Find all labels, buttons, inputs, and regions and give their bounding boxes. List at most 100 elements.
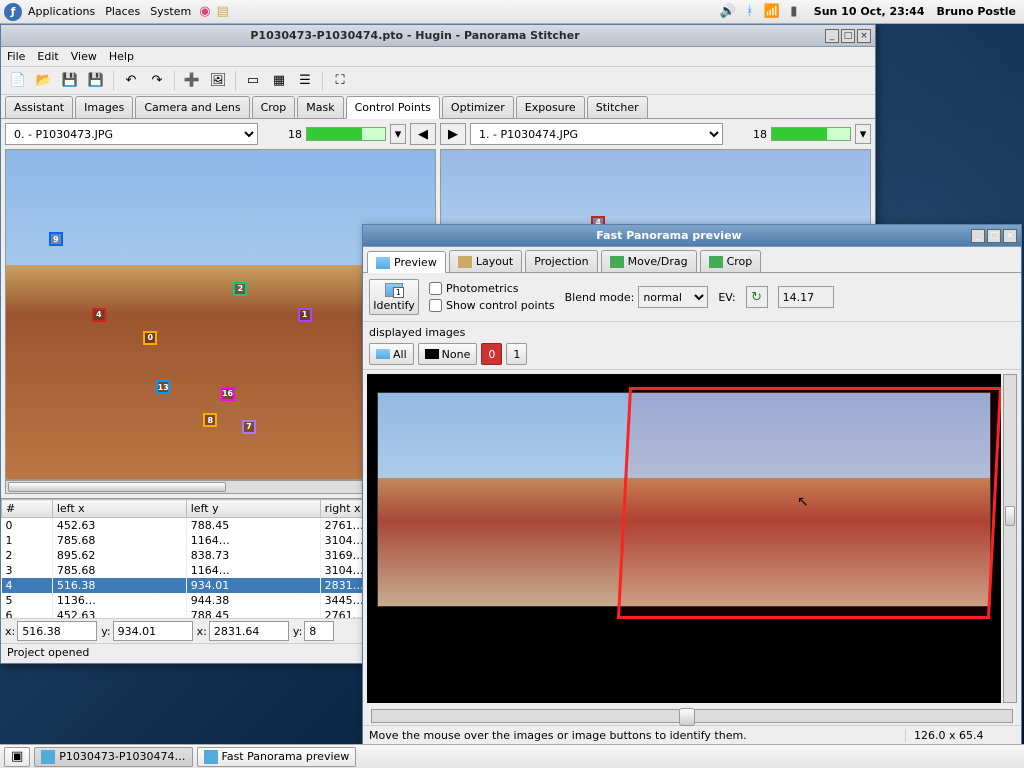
left-quality-bar [306,127,386,141]
preview-canvas[interactable]: ↖ [367,374,1001,703]
close-button[interactable]: × [857,29,871,43]
show-desktop-button[interactable]: ▣ [4,747,30,767]
show-none-button[interactable]: None [418,343,478,365]
tab-stitcher[interactable]: Stitcher [587,96,648,118]
distro-menu-icon[interactable]: ƒ [4,3,22,21]
network-icon[interactable]: 📶 [764,4,780,20]
col-num[interactable]: # [2,500,53,518]
coord-y-input[interactable] [113,621,193,641]
notes-icon[interactable]: ▤ [217,5,229,18]
ev-spinner[interactable]: 14.17 [778,286,834,308]
col-leftx[interactable]: left x [52,500,186,518]
cp-marker[interactable]: 16 [221,387,235,401]
cp-marker[interactable]: 1 [298,308,312,322]
volume-icon[interactable]: 🔊 [720,4,736,20]
hugin-titlebar[interactable]: P1030473-P1030474.pto - Hugin - Panorama… [1,25,875,47]
left-cp-count: 18 [262,128,302,141]
tab-images[interactable]: Images [75,96,133,118]
tab-optimizer[interactable]: Optimizer [442,96,514,118]
fullscreen-icon[interactable]: ⛶ [329,70,351,92]
menu-help[interactable]: Help [109,50,134,63]
right-dropdown-icon[interactable]: ▾ [855,124,871,144]
close-button[interactable]: × [1003,229,1017,243]
prev-pair-button[interactable]: ◀ [410,123,436,145]
show-cp-checkbox[interactable]: Show control points [429,299,555,312]
preview-window: Fast Panorama preview _ □ × Preview Layo… [362,224,1022,746]
maximize-button[interactable]: □ [987,229,1001,243]
menu-view[interactable]: View [71,50,97,63]
coord-y2-input[interactable] [304,621,334,641]
photometrics-checkbox[interactable]: Photometrics [429,282,555,295]
battery-icon[interactable]: ▮ [786,4,802,20]
tab-preview[interactable]: Preview [367,251,446,273]
undo-icon[interactable]: ↶ [120,70,142,92]
tab-move-drag[interactable]: Move/Drag [601,250,697,272]
blend-label: Blend mode: [565,291,635,304]
minimize-button[interactable]: _ [971,229,985,243]
open-icon[interactable]: 📂 [33,70,55,92]
cp-marker[interactable]: 13 [156,380,170,394]
menu-applications[interactable]: Applications [28,5,95,18]
next-pair-button[interactable]: ▶ [440,123,466,145]
image-1-toggle[interactable]: 1 [506,343,527,365]
menu-file[interactable]: File [7,50,25,63]
tab-crop[interactable]: Crop [252,96,296,118]
tab-mask[interactable]: Mask [297,96,343,118]
right-image-select[interactable]: 1. - P1030474.JPG [470,123,723,145]
gl-preview-icon[interactable]: ▦ [268,70,290,92]
task-preview[interactable]: Fast Panorama preview [197,747,357,767]
tab-projection[interactable]: Projection [525,250,597,272]
hugin-task-icon [41,750,55,764]
menu-edit[interactable]: Edit [37,50,58,63]
image-0-toggle[interactable]: 0 [481,343,502,365]
cp-marker[interactable]: 4 [92,308,106,322]
add-image-icon[interactable]: ➕ [181,70,203,92]
bluetooth-icon[interactable]: ᚼ [742,4,758,20]
identify-button[interactable]: Identify [369,279,419,315]
preview-titlebar[interactable]: Fast Panorama preview _ □ × [363,225,1021,247]
tab-camera-lens[interactable]: Camera and Lens [135,96,249,118]
hugin-tabs: Assistant Images Camera and Lens Crop Ma… [1,95,875,119]
gnome-top-panel: ƒ Applications Places System ◉ ▤ 🔊 ᚼ 📶 ▮… [0,0,1024,24]
tab-crop[interactable]: Crop [700,250,762,272]
preview-hslider[interactable] [371,709,1013,723]
left-dropdown-icon[interactable]: ▾ [390,124,406,144]
save-icon[interactable]: 💾 [59,70,81,92]
tab-layout[interactable]: Layout [449,250,522,272]
cp-marker[interactable]: 2 [233,282,247,296]
clock[interactable]: Sun 10 Oct, 23:44 [814,5,925,18]
col-lefty[interactable]: left y [186,500,320,518]
cp-marker[interactable]: 9 [49,232,63,246]
preview-icon[interactable]: ▭ [242,70,264,92]
user-menu[interactable]: Bruno Postle [936,5,1016,18]
task-hugin[interactable]: P1030473-P1030474… [34,747,192,767]
menu-system[interactable]: System [150,5,191,18]
tab-assistant[interactable]: Assistant [5,96,73,118]
coord-x2-input[interactable] [209,621,289,641]
cp-marker[interactable]: 7 [242,420,256,434]
firefox-icon[interactable]: ◉ [199,5,210,18]
list-icon[interactable]: ☰ [294,70,316,92]
none-icon [425,349,439,359]
save-as-icon[interactable]: 💾 [85,70,107,92]
maximize-button[interactable]: □ [841,29,855,43]
cp-marker[interactable]: 8 [203,413,217,427]
menu-places[interactable]: Places [105,5,140,18]
redo-icon[interactable]: ↷ [146,70,168,92]
cp-marker[interactable]: 0 [143,331,157,345]
blend-mode-select[interactable]: normal [638,286,708,308]
minimize-button[interactable]: _ [825,29,839,43]
preview-hint: Move the mouse over the images or image … [369,729,747,742]
tab-exposure[interactable]: Exposure [516,96,585,118]
coord-x-input[interactable] [17,621,97,641]
preview-task-icon [204,750,218,764]
left-image-select[interactable]: 0. - P1030473.JPG [5,123,258,145]
new-icon[interactable]: 📄 [7,70,29,92]
gnome-bottom-panel: ▣ P1030473-P1030474… Fast Panorama previ… [0,744,1024,768]
preview-vscroll[interactable] [1003,374,1017,703]
run-assistant-icon[interactable]: 🖼 [207,70,229,92]
ev-reset-button[interactable]: ↻ [746,286,768,308]
show-all-button[interactable]: All [369,343,414,365]
tab-control-points[interactable]: Control Points [346,96,440,119]
cursor-icon: ↖ [797,494,809,510]
